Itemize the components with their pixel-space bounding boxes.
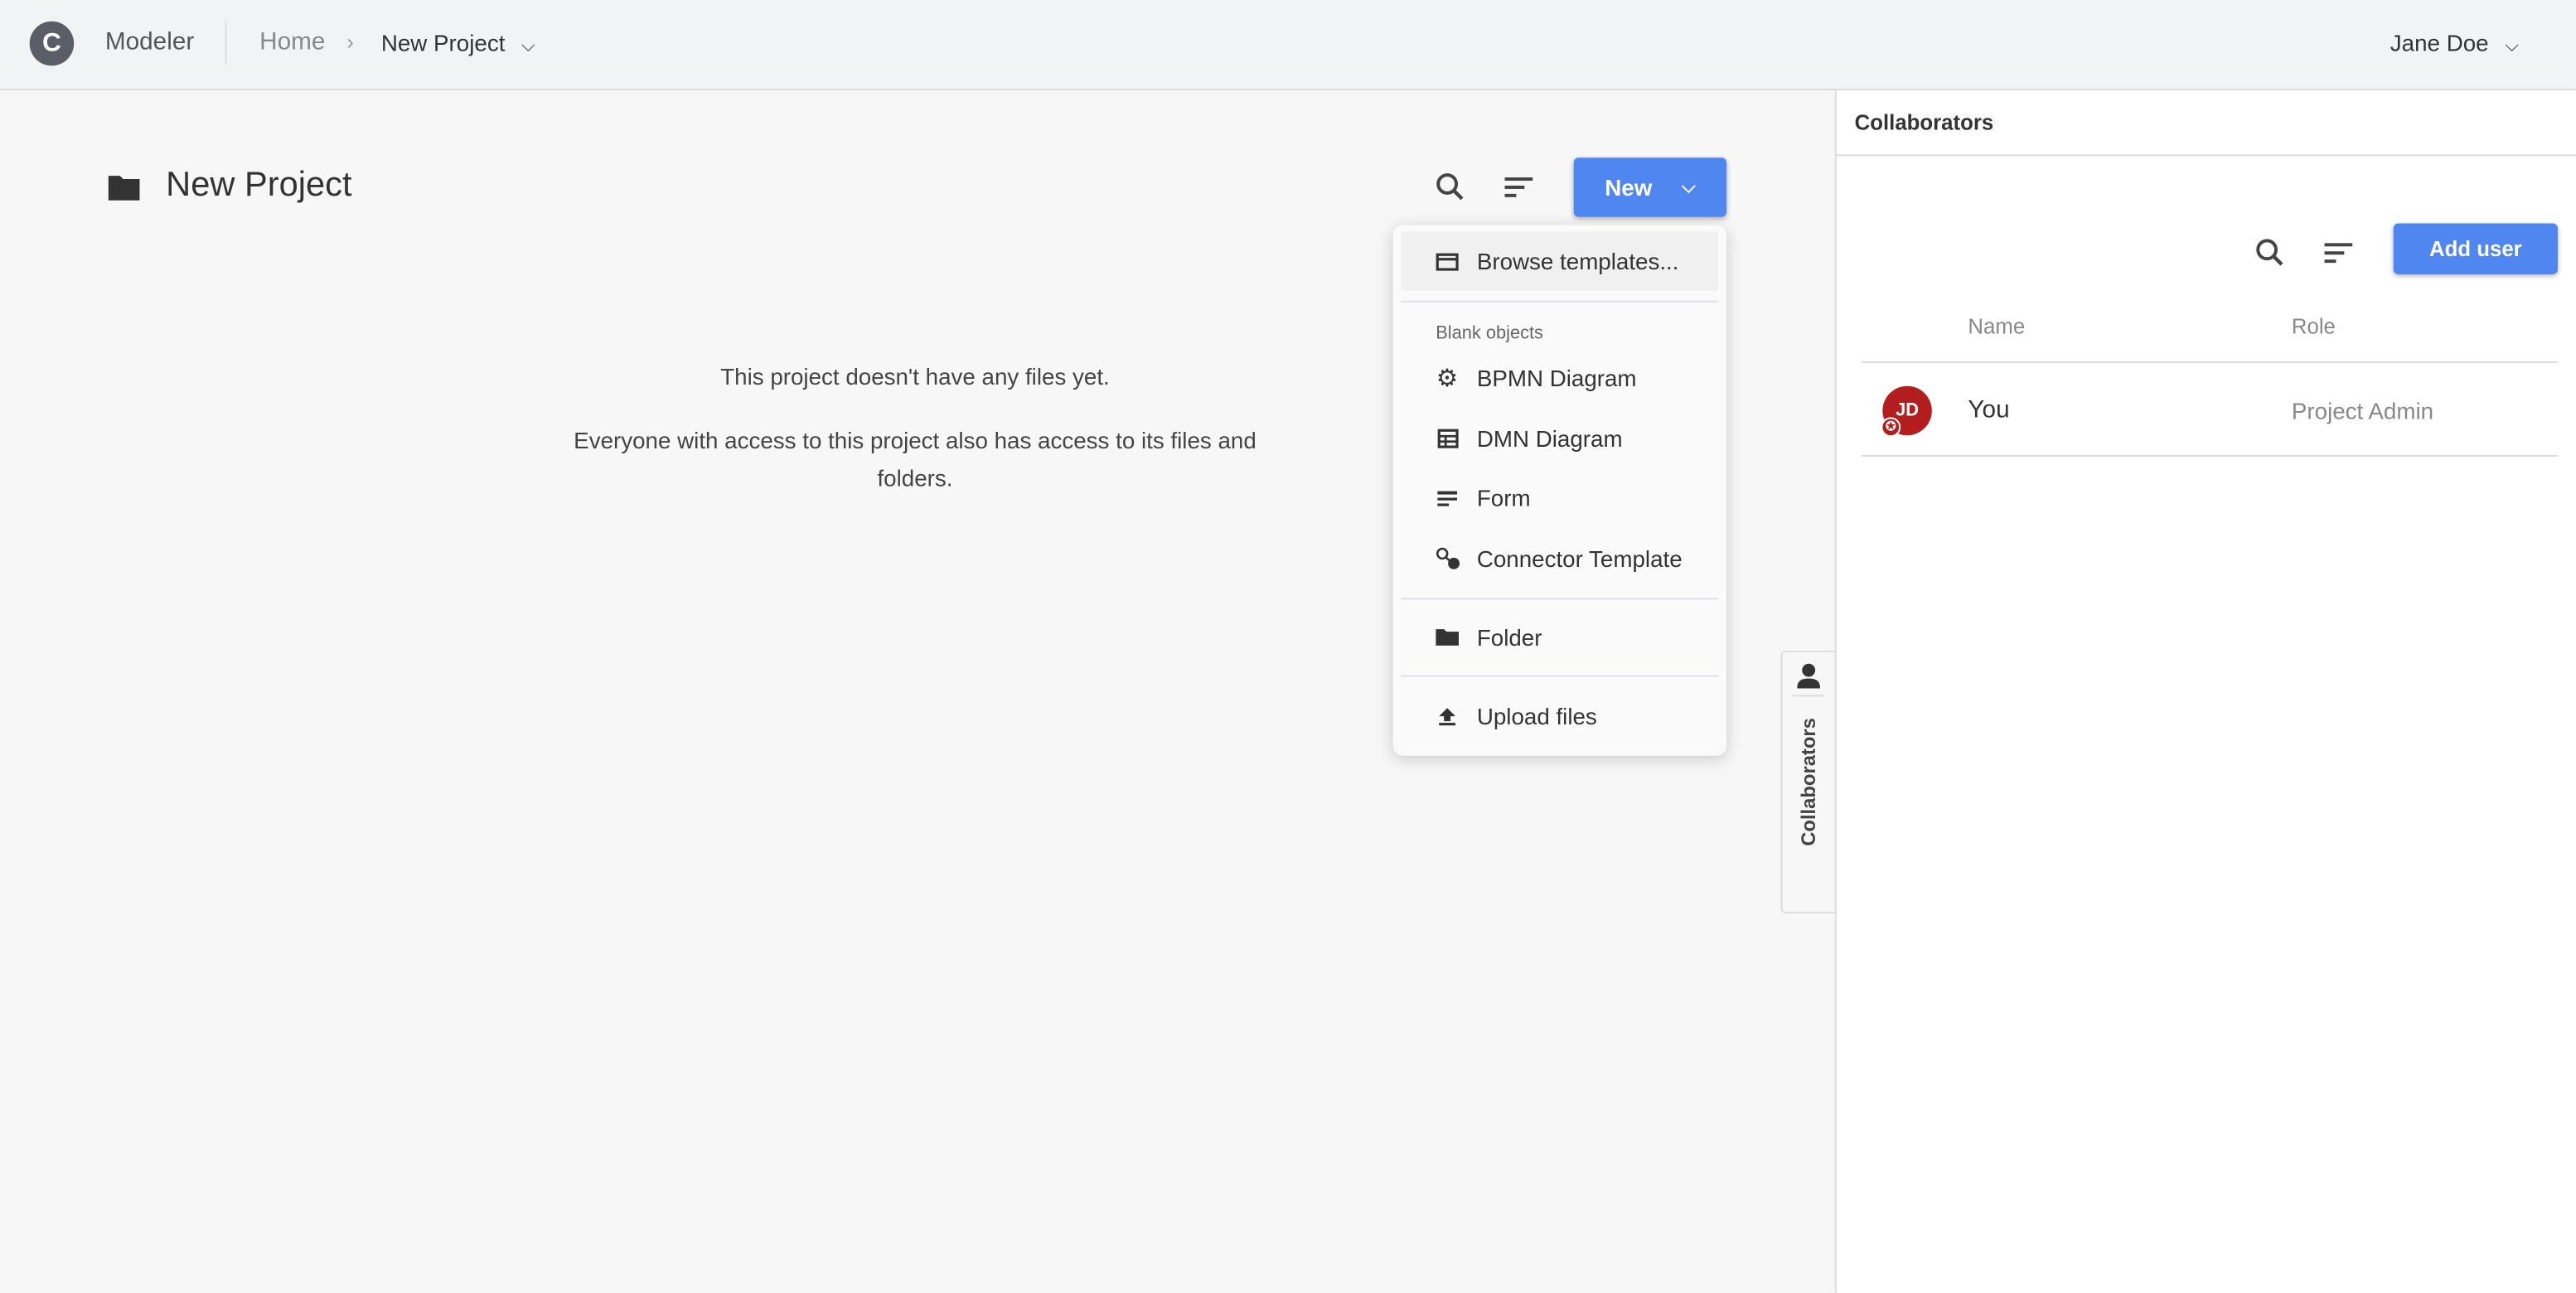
sort-button[interactable] (2320, 233, 2360, 273)
folder-icon (1434, 627, 1460, 647)
app-name[interactable]: Modeler (105, 28, 194, 56)
admin-badge-icon: ✪ (1881, 417, 1901, 438)
breadcrumb-current-label: New Project (380, 29, 506, 56)
menu-divider (1401, 598, 1719, 600)
new-button[interactable]: New ⌵ (1573, 157, 1727, 217)
chevron-down-icon: ⌵ (1682, 177, 1696, 196)
menu-item-connector-template[interactable]: Connector Template (1402, 529, 1719, 588)
menu-divider (1401, 300, 1719, 303)
search-icon (1436, 173, 1464, 201)
divider (1861, 455, 2558, 457)
new-dropdown-menu: Browse templates... Blank objects ⚙ BPMN … (1392, 225, 1727, 756)
collaborators-panel: Collaborators Add user Name Role JD ✪ Yo… (1834, 90, 2576, 1293)
search-icon (2256, 239, 2283, 266)
sort-button[interactable] (1500, 167, 1540, 207)
menu-divider (1401, 675, 1719, 677)
sort-icon (1504, 177, 1533, 197)
connector-icon (1434, 547, 1460, 570)
user-menu[interactable]: Jane Doe ⌵ (2390, 30, 2519, 58)
search-button[interactable] (2250, 233, 2290, 273)
menu-item-folder[interactable]: Folder (1402, 608, 1719, 666)
user-name: Jane Doe (2390, 29, 2489, 56)
breadcrumb-separator-icon: › (346, 29, 354, 55)
menu-item-label: Browse templates... (1476, 248, 1679, 274)
bpmn-gear-icon: ⚙ (1436, 365, 1459, 393)
divider (1792, 695, 1826, 697)
top-bar: C Modeler Home › New Project ⌵ Jane Doe … (0, 0, 2576, 91)
divider (225, 21, 227, 65)
template-icon (1434, 252, 1460, 270)
breadcrumb-home[interactable]: Home (259, 28, 325, 56)
page-title: New Project (166, 166, 352, 204)
menu-item-label: DMN Diagram (1476, 425, 1623, 453)
chevron-down-icon: ⌵ (521, 36, 535, 56)
menu-item-label: Upload files (1476, 703, 1597, 730)
menu-item-browse-templates[interactable]: Browse templates... (1401, 231, 1719, 291)
table-row[interactable]: JD ✪ You Project Admin (1837, 363, 2576, 455)
column-header-role[interactable]: Role (2292, 314, 2336, 339)
chevron-down-icon: ⌵ (2505, 36, 2519, 56)
collaborator-role: Project Admin (2291, 397, 2434, 424)
empty-description: Everyone with access to this project als… (574, 427, 1257, 492)
menu-item-dmn[interactable]: DMN Diagram (1402, 409, 1719, 468)
sort-icon (2324, 243, 2353, 264)
panel-title: Collaborators (1836, 90, 2576, 157)
table-icon (1434, 429, 1460, 448)
collaborators-tab[interactable]: Collaborators (1780, 650, 1835, 913)
menu-item-bpmn[interactable]: ⚙ BPMN Diagram (1402, 348, 1719, 407)
camunda-logo[interactable]: C (29, 21, 75, 66)
user-icon (1797, 663, 1821, 689)
collaborators-tab-label: Collaborators (1797, 718, 1821, 846)
column-header-name[interactable]: Name (1968, 314, 2025, 339)
menu-section-label: Blank objects (1436, 323, 1543, 344)
upload-icon (1434, 706, 1460, 726)
new-button-label: New (1605, 174, 1653, 201)
collaborator-name: You (1968, 395, 2010, 424)
add-user-button[interactable]: Add user (2393, 223, 2558, 274)
menu-item-label: Form (1476, 484, 1531, 511)
menu-item-label: Connector Template (1476, 545, 1683, 572)
menu-item-label: Folder (1476, 624, 1542, 651)
folder-icon (108, 176, 140, 201)
menu-item-form[interactable]: Form (1402, 468, 1719, 527)
search-button[interactable] (1431, 167, 1470, 207)
menu-item-label: BPMN Diagram (1476, 365, 1637, 391)
menu-item-upload-files[interactable]: Upload files (1402, 686, 1719, 745)
empty-message: This project doesn't have any files yet. (720, 363, 1110, 390)
form-icon (1434, 489, 1460, 507)
breadcrumb-current[interactable]: New Project ⌵ (381, 30, 535, 58)
